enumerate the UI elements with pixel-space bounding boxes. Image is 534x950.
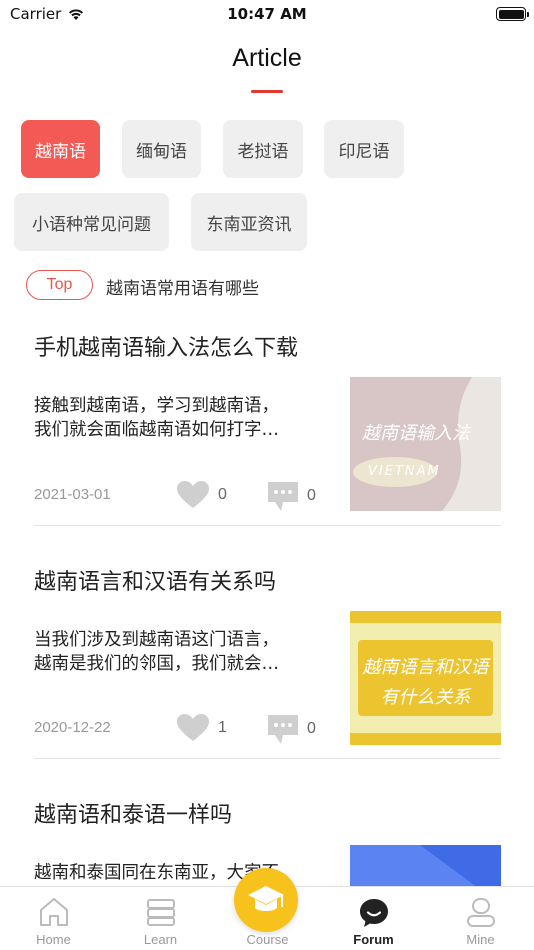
status-bar: Carrier 10:47 AM bbox=[0, 0, 534, 28]
tab-home[interactable]: Home bbox=[0, 887, 107, 950]
like-number: 1 bbox=[218, 719, 227, 736]
article-title: 手机越南语输入法怎么下载 bbox=[34, 336, 299, 361]
tab-label: Learn bbox=[143, 932, 178, 947]
page-title: Article bbox=[232, 44, 302, 72]
like-count[interactable]: 1 bbox=[176, 713, 227, 743]
top-article-link[interactable]: 越南语常用语有哪些 bbox=[106, 274, 259, 299]
article-card[interactable]: 越南语言和汉语有关系吗 当我们涉及到越南语这门语言， 越南是我们的邻国，我们就会… bbox=[34, 564, 501, 760]
divider bbox=[34, 758, 501, 759]
tab-label: Forum bbox=[353, 932, 394, 947]
graduation-cap-icon bbox=[248, 886, 284, 911]
article-date: 2021-03-01 bbox=[34, 486, 111, 503]
summary-line: 越南是我们的邻国，我们就会… bbox=[34, 654, 279, 674]
status-time: 10:47 AM bbox=[227, 5, 307, 23]
books-icon bbox=[146, 899, 175, 926]
comment-icon bbox=[268, 715, 298, 744]
battery-icon bbox=[496, 7, 529, 21]
tab-label: Mine bbox=[466, 932, 495, 947]
thumbnail-band bbox=[350, 733, 501, 745]
tab-label: Course bbox=[246, 932, 289, 947]
category-chip-lao[interactable]: 老挝语 bbox=[223, 120, 303, 178]
user-icon bbox=[466, 898, 495, 927]
article-thumbnail bbox=[350, 845, 501, 886]
comment-count[interactable]: 0 bbox=[267, 480, 316, 512]
category-chip-indonesian[interactable]: 印尼语 bbox=[324, 120, 404, 178]
comment-count[interactable]: 0 bbox=[267, 713, 316, 745]
tab-mine[interactable]: Mine bbox=[427, 887, 534, 950]
article-title: 越南语言和汉语有关系吗 bbox=[34, 570, 277, 595]
thumbnail-subcaption: 有什么关系 bbox=[380, 687, 471, 708]
article-title: 越南语和泰语一样吗 bbox=[34, 803, 233, 828]
course-button[interactable] bbox=[234, 868, 298, 932]
like-count[interactable]: 0 bbox=[176, 480, 227, 510]
thumbnail-caption: 越南语言和汉语 bbox=[362, 657, 489, 678]
comment-number: 0 bbox=[307, 487, 316, 504]
article-date: 2020-12-22 bbox=[34, 719, 111, 736]
comment-icon bbox=[268, 482, 298, 511]
summary-line: 我们就会面临越南语如何打字… bbox=[34, 420, 279, 440]
comment-number: 0 bbox=[307, 720, 316, 737]
tab-forum[interactable]: Forum bbox=[320, 887, 427, 950]
category-chip-burmese[interactable]: 缅甸语 bbox=[122, 120, 201, 178]
heart-icon bbox=[177, 481, 209, 508]
thumbnail-subcaption: VIETNAM bbox=[368, 464, 441, 479]
like-number: 0 bbox=[218, 486, 227, 503]
summary-line: 接触到越南语，学习到越南语， bbox=[34, 396, 279, 416]
thumbnail-band bbox=[350, 611, 501, 623]
home-icon bbox=[39, 898, 68, 926]
category-chip-faq[interactable]: 小语种常见问题 bbox=[14, 193, 169, 251]
summary-line: 当我们涉及到越南语这门语言， bbox=[34, 630, 279, 650]
article-summary: 接触到越南语，学习到越南语， 我们就会面临越南语如何打字… bbox=[34, 394, 329, 442]
chat-bubble-icon bbox=[359, 899, 388, 927]
tab-label: Home bbox=[36, 932, 71, 947]
category-chip-vietnamese[interactable]: 越南语 bbox=[21, 120, 100, 178]
category-chip-sea-news[interactable]: 东南亚资讯 bbox=[191, 193, 307, 251]
top-badge: Top bbox=[26, 270, 93, 300]
thumbnail-art bbox=[350, 845, 501, 886]
divider bbox=[34, 525, 501, 526]
thumbnail-caption: 越南语输入法 bbox=[362, 423, 470, 444]
article-summary: 当我们涉及到越南语这门语言， 越南是我们的邻国，我们就会… bbox=[34, 628, 329, 676]
tab-learn[interactable]: Learn bbox=[107, 887, 214, 950]
heart-icon bbox=[177, 714, 209, 741]
article-card[interactable]: 手机越南语输入法怎么下载 接触到越南语，学习到越南语， 我们就会面临越南语如何打… bbox=[34, 330, 501, 526]
article-thumbnail: 越南语输入法 VIETNAM bbox=[350, 377, 501, 511]
article-thumbnail: 越南语言和汉语 有什么关系 bbox=[350, 611, 501, 745]
title-underline bbox=[251, 90, 283, 93]
